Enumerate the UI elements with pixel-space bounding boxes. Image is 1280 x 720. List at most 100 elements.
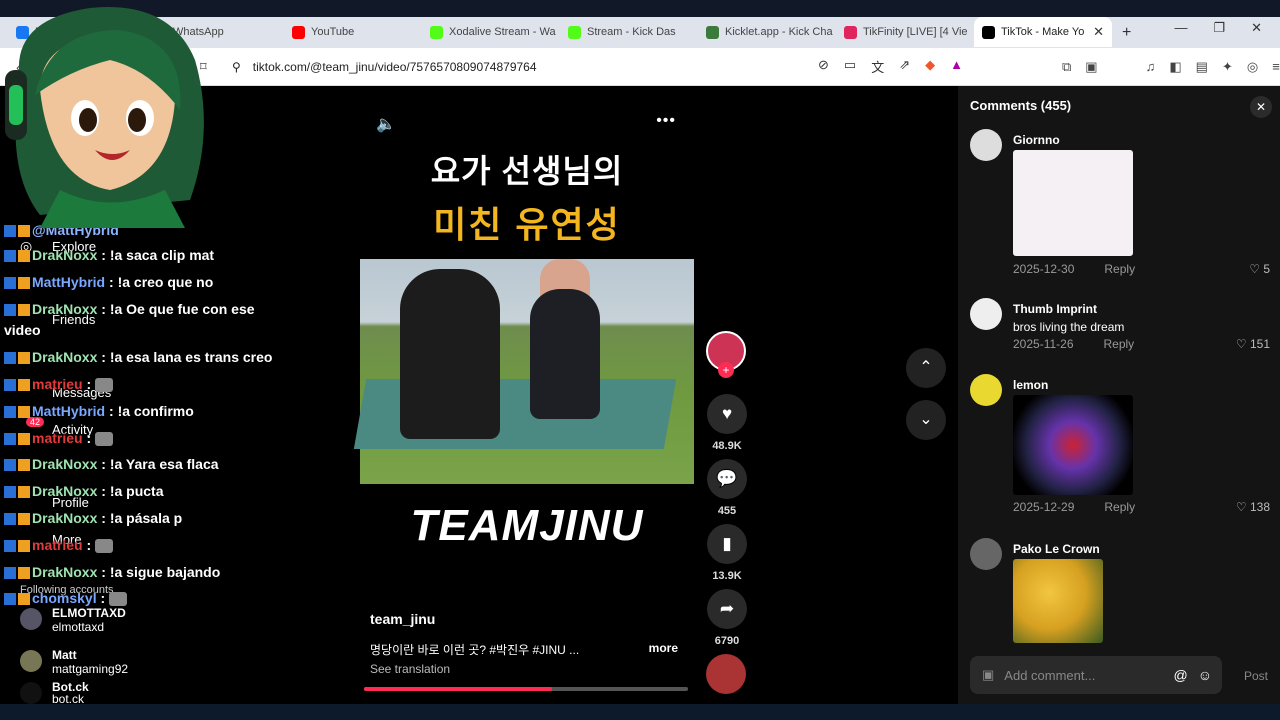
video-title-line1: 요가 선생님의 — [430, 153, 624, 189]
chat-text: : — [100, 590, 106, 606]
chat-message: MattHybrid : !a confirmo — [4, 403, 194, 419]
ai-icon[interactable]: ✦ — [1222, 59, 1233, 75]
mention-icon[interactable]: @ — [1173, 667, 1187, 683]
tab-label: Xodalive Stream - Wa — [449, 26, 556, 38]
new-tab-button[interactable]: + — [1112, 18, 1141, 48]
chat-message: DrakNoxx : !a sigue bajando — [4, 564, 220, 580]
chat-emote-icon — [95, 539, 114, 554]
reply-button[interactable]: Reply — [1104, 500, 1135, 514]
chat-badge-icon — [4, 459, 16, 472]
comment-like-button[interactable]: ♡ 151 — [1236, 337, 1270, 351]
chat-badge-icon — [18, 540, 30, 553]
chat-badge-icon — [4, 593, 16, 606]
chat-text: : — [86, 537, 92, 553]
video-username[interactable]: team_jinu — [370, 611, 435, 627]
comment-author[interactable]: Giornno — [1013, 133, 1060, 147]
browser-tab[interactable]: Kicklet.app - Kick Cha — [698, 17, 836, 47]
save-count: 13.9K — [712, 570, 742, 582]
browser-tab[interactable]: TikFinity [LIVE] [4 Vie — [836, 17, 974, 47]
rewards-icon[interactable]: ▲ — [950, 57, 963, 76]
comment-like-count: 5 — [1263, 262, 1270, 276]
maximize-icon[interactable]: ❐ — [1213, 20, 1225, 36]
avatar[interactable] — [970, 298, 1002, 330]
account-name: Matt — [52, 648, 77, 662]
vpn-icon[interactable]: ◎ — [1247, 59, 1258, 75]
browser-tab[interactable]: TikTok - Make Yo ✕ — [974, 17, 1112, 47]
menu-icon[interactable]: ≡ — [1272, 59, 1280, 75]
chat-text: : !a pucta — [101, 483, 164, 499]
chat-message: DrakNoxx : !a Oe que fue con ese — [4, 301, 255, 317]
follow-plus-icon[interactable]: + — [718, 362, 734, 378]
chat-text: : !a Oe que fue con ese — [101, 301, 255, 317]
video-progress-bar[interactable] — [364, 687, 688, 691]
share-icon[interactable]: ⇗ — [899, 57, 910, 76]
music-disc-avatar[interactable] — [706, 654, 746, 694]
chat-badge-icon — [4, 406, 16, 419]
comment-author[interactable]: lemon — [1013, 378, 1048, 392]
url-actions: ⊘ ▭ 文 ⇗ ◆ ▲ — [818, 57, 963, 76]
avatar[interactable] — [970, 129, 1002, 161]
brave-shield-icon[interactable]: ◆ — [925, 57, 935, 76]
more-options-icon[interactable]: ••• — [656, 112, 676, 130]
chat-message: DrakNoxx : !a pucta — [4, 483, 164, 499]
music-icon[interactable]: ♫ — [1146, 59, 1156, 75]
emoji-icon[interactable]: ☺ — [1198, 667, 1222, 683]
account-name: ELMOTTAXD — [52, 606, 126, 620]
extensions-icon[interactable]: ⧉ — [1062, 59, 1071, 75]
cast-icon[interactable]: ▭ — [844, 57, 856, 76]
video-player[interactable]: 🔈 ••• 요가 선생님의 미친 유연성 TEAMJINU team_jinu … — [353, 86, 694, 698]
bookmark-save-icon[interactable]: ▮ — [707, 524, 747, 564]
comment-count: 455 — [717, 505, 737, 517]
chat-badge-icon — [18, 433, 30, 446]
avatar[interactable] — [970, 374, 1002, 406]
chat-text: : !a Yara esa flaca — [101, 456, 219, 472]
brand-watermark: TEAMJINU — [410, 501, 644, 550]
comment-author[interactable]: Pako Le Crown — [1013, 542, 1100, 556]
reply-button[interactable]: Reply — [1104, 337, 1135, 351]
chat-message: matrieu : — [4, 430, 114, 447]
close-comments-icon[interactable]: ✕ — [1250, 96, 1272, 118]
site-settings-icon[interactable]: ⚲ — [232, 60, 241, 74]
chat-username: matrieu — [32, 376, 83, 392]
browser-tab[interactable]: Stream - Kick Das — [560, 17, 698, 47]
streamer-avatar-art — [5, 7, 204, 228]
share-arrow-icon[interactable]: ➦ — [707, 589, 747, 629]
previous-video-chevron-up-icon[interactable]: ⌃ — [906, 348, 946, 388]
chat-text: : !a confirmo — [109, 403, 194, 419]
comment-icon[interactable]: 💬 — [707, 459, 747, 499]
comment-date: 2025-12-30 — [1013, 262, 1075, 276]
like-heart-icon[interactable]: ♥ — [707, 394, 747, 434]
chat-emote-icon — [95, 378, 114, 393]
chat-message: MattHybrid : !a creo que no — [4, 274, 213, 290]
sidebar-icon[interactable]: ◧ — [1169, 59, 1181, 75]
minimize-icon[interactable]: — — [1174, 20, 1187, 36]
close-tab-icon[interactable]: ✕ — [1093, 24, 1104, 40]
chat-badge-icon — [18, 513, 30, 526]
chat-username: DrakNoxx — [32, 349, 98, 365]
browser-tab[interactable]: YouTube — [284, 17, 422, 47]
add-comment-field[interactable]: ▣ Add comment... @ ☺ — [970, 656, 1222, 694]
description-more-button[interactable]: more — [649, 641, 678, 655]
tab-label: TikFinity [LIVE] [4 Vie — [863, 26, 968, 38]
chat-text: : !a pásala p — [101, 510, 183, 526]
see-translation-link[interactable]: See translation — [370, 662, 450, 676]
comment-like-button[interactable]: ♡ 5 — [1249, 262, 1270, 276]
comment-like-button[interactable]: ♡ 138 — [1236, 500, 1270, 514]
chat-text: : !a sigue bajando — [101, 564, 221, 580]
tab-favicon-icon — [706, 25, 719, 39]
comment-author[interactable]: Thumb Imprint — [1013, 302, 1097, 316]
volume-icon[interactable]: 🔈 — [376, 114, 396, 134]
browser-tab[interactable]: Xodalive Stream - Wa — [422, 17, 560, 47]
screenshot-icon[interactable]: ▣ — [1085, 59, 1097, 75]
post-button[interactable]: Post — [1244, 669, 1268, 683]
close-window-icon[interactable]: ✕ — [1251, 20, 1262, 36]
translate-icon[interactable]: 文 — [871, 57, 884, 76]
avatar[interactable] — [970, 538, 1002, 570]
chat-username: chomskyl — [32, 590, 97, 606]
next-video-chevron-down-icon[interactable]: ⌄ — [906, 400, 946, 440]
chat-username: matrieu — [32, 537, 83, 553]
emoji-sticker-icon[interactable]: ▣ — [982, 667, 994, 683]
wallet-icon[interactable]: ▤ — [1196, 59, 1208, 75]
mute-tab-icon[interactable]: ⊘ — [818, 57, 829, 76]
reply-button[interactable]: Reply — [1104, 262, 1135, 276]
